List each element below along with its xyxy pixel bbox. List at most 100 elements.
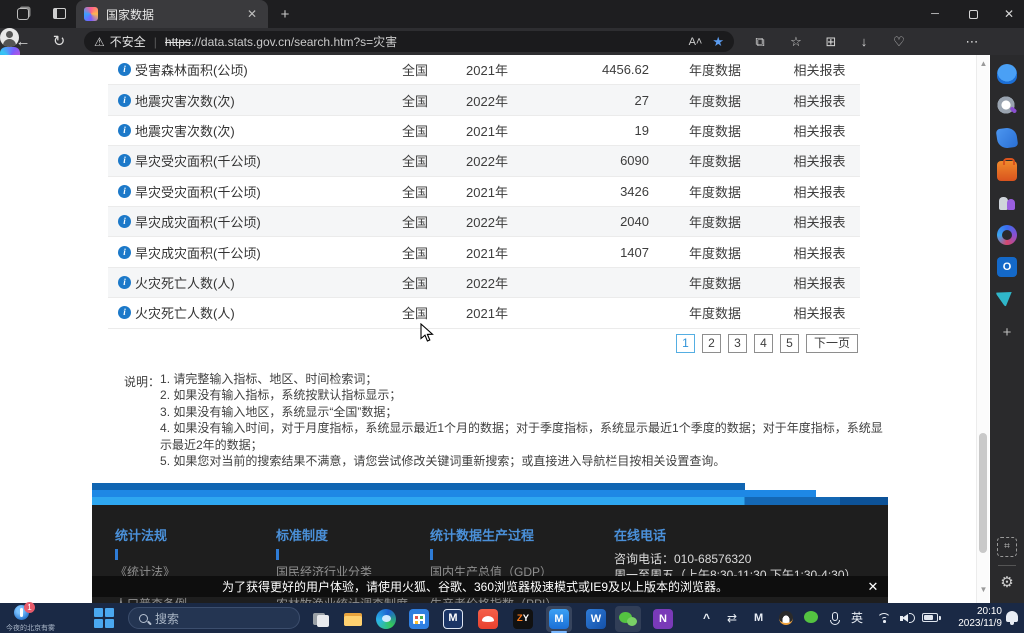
indicator-cell[interactable]: i地震灾害次数(次) (108, 121, 385, 140)
taskbar-clock[interactable]: 20:10 2023/11/9 (946, 606, 1002, 630)
info-icon[interactable]: i (118, 94, 131, 107)
info-icon[interactable]: i (118, 185, 131, 198)
browser-tab[interactable]: 国家数据 ✕ (76, 0, 268, 28)
tray-microphone-icon[interactable] (832, 612, 838, 621)
footer-link[interactable]: 生产者价格指数（PPI） (430, 596, 570, 603)
new-tab-button[interactable]: + (276, 6, 294, 23)
indicator-cell[interactable]: i火灾死亡人数(人) (108, 303, 385, 322)
back-icon[interactable]: ← (13, 32, 33, 52)
downloads-icon[interactable]: ↓ (854, 33, 874, 51)
split-screen-icon[interactable]: ⧉ (750, 33, 770, 51)
page-button-4[interactable]: 4 (754, 334, 773, 353)
scroll-down-icon[interactable]: ▼ (977, 583, 990, 597)
frequency-cell: 年度数据 (651, 273, 779, 292)
tray-show-hidden-icon[interactable]: ^ (703, 611, 710, 625)
security-label[interactable]: 不安全 (110, 33, 146, 50)
games-people-icon[interactable] (997, 193, 1017, 213)
workspaces-icon[interactable] (14, 6, 32, 22)
onenote-icon[interactable]: N (650, 606, 676, 632)
word-icon[interactable]: W (583, 606, 609, 632)
microsoft-365-icon[interactable] (997, 225, 1017, 245)
m-blue-app-icon-active[interactable]: M (546, 606, 572, 632)
collections-icon[interactable]: ⊞ (821, 33, 841, 51)
page-button-3[interactable]: 3 (728, 334, 747, 353)
markdown-app-icon[interactable]: M (440, 606, 466, 632)
vertical-scrollbar[interactable]: ▲ ▼ (976, 55, 989, 603)
task-view-button[interactable] (308, 606, 334, 632)
related-report-link[interactable]: 相关报表 (779, 243, 860, 262)
tab-actions-icon[interactable] (50, 6, 68, 22)
info-icon[interactable]: i (118, 124, 131, 137)
page-button-2[interactable]: 2 (702, 334, 721, 353)
widgets-button[interactable]: 1 今夜的北京有雾 (6, 604, 76, 632)
info-icon[interactable]: i (118, 246, 131, 259)
tray-wechat-icon[interactable] (804, 611, 818, 623)
next-page-button[interactable]: 下一页 (806, 334, 858, 353)
related-report-link[interactable]: 相关报表 (779, 151, 860, 170)
more-menu-icon[interactable]: ⋯ (962, 33, 982, 51)
favorites-icon[interactable]: ☆ (786, 33, 806, 51)
indicator-cell[interactable]: i旱灾受灾面积(千公顷) (108, 182, 385, 201)
info-icon[interactable]: i (118, 215, 131, 228)
related-report-link[interactable]: 相关报表 (779, 60, 860, 79)
indicator-cell[interactable]: i地震灾害次数(次) (108, 91, 385, 110)
indicator-cell[interactable]: i旱灾成灾面积(千公顷) (108, 243, 385, 262)
window-close-button[interactable]: ✕ (992, 0, 1024, 28)
window-maximize-button[interactable] (956, 0, 990, 28)
related-report-link[interactable]: 相关报表 (779, 303, 860, 322)
tab-close-icon[interactable]: ✕ (244, 7, 260, 21)
indicator-cell[interactable]: i旱灾成灾面积(千公顷) (108, 212, 385, 231)
related-report-link[interactable]: 相关报表 (779, 121, 860, 140)
related-report-link[interactable]: 相关报表 (779, 273, 860, 292)
taskbar-search-box[interactable]: 搜索 (128, 607, 300, 629)
refresh-icon[interactable]: ↻ (49, 32, 69, 52)
notifications-bell-icon[interactable] (997, 64, 1017, 84)
wechat-icon[interactable] (615, 606, 641, 632)
indicator-cell[interactable]: i受害森林面积(公顷) (108, 60, 385, 79)
window-minimize-button[interactable]: ─ (918, 0, 952, 28)
tray-sliders-icon[interactable]: ⇄ (727, 611, 737, 625)
sidebar-search-icon[interactable] (997, 96, 1017, 116)
tools-toolbox-icon[interactable] (997, 161, 1017, 181)
input-language-indicator[interactable]: 英 (851, 611, 863, 625)
huawei-app-icon[interactable] (475, 606, 501, 632)
page-button-5[interactable]: 5 (780, 334, 799, 353)
info-icon[interactable]: i (118, 154, 131, 167)
outlook-icon[interactable]: O (997, 257, 1017, 277)
info-icon[interactable]: i (118, 306, 131, 319)
address-bar[interactable]: ⚠ 不安全 | https://data.stats.gov.cn/search… (84, 31, 734, 52)
related-report-link[interactable]: 相关报表 (779, 91, 860, 110)
scrollbar-thumb[interactable] (979, 433, 987, 553)
region-cell: 全国 (385, 60, 445, 79)
indicator-cell[interactable]: i火灾死亡人数(人) (108, 273, 385, 292)
microsoft-store-icon[interactable] (406, 606, 432, 632)
sidebar-settings-gear-icon[interactable]: ⚙ (997, 573, 1017, 593)
info-icon[interactable]: i (118, 63, 131, 76)
footer-link[interactable]: 人口普查条例 (115, 596, 199, 603)
related-report-link[interactable]: 相关报表 (779, 212, 860, 231)
notice-close-icon[interactable]: ✕ (858, 579, 888, 595)
file-explorer-icon[interactable] (340, 606, 366, 632)
favorite-star-icon[interactable]: ★ (712, 34, 724, 50)
sidebar-panel-icon[interactable]: ⌗ (997, 537, 1017, 557)
url-text[interactable]: https://data.stats.gov.cn/search.htm?s=灾… (165, 33, 683, 50)
scroll-up-icon[interactable]: ▲ (977, 57, 990, 71)
browser-essentials-icon[interactable]: ♡ (889, 33, 909, 51)
wifi-icon[interactable] (877, 613, 891, 623)
read-aloud-icon[interactable]: A˄ (689, 36, 703, 48)
related-report-link[interactable]: 相关报表 (779, 182, 860, 201)
edge-browser-icon[interactable] (373, 606, 399, 632)
shopping-tag-icon[interactable] (996, 127, 1019, 150)
battery-icon[interactable] (922, 613, 938, 622)
indicator-cell[interactable]: i旱灾受灾面积(千公顷) (108, 151, 385, 170)
sidebar-add-icon[interactable]: + (997, 323, 1017, 343)
notification-center-icon[interactable] (1006, 611, 1018, 622)
start-button[interactable] (94, 608, 114, 628)
tray-m-icon[interactable]: M (754, 611, 763, 625)
info-icon[interactable]: i (118, 276, 131, 289)
tray-qq-icon[interactable] (779, 611, 793, 625)
footer-link[interactable]: 农林牧渔业统计调查制度 (276, 596, 408, 603)
zy-app-icon[interactable]: ZY (510, 606, 536, 632)
page-button-1[interactable]: 1 (676, 334, 695, 353)
drop-paper-plane-icon[interactable] (995, 285, 1017, 308)
